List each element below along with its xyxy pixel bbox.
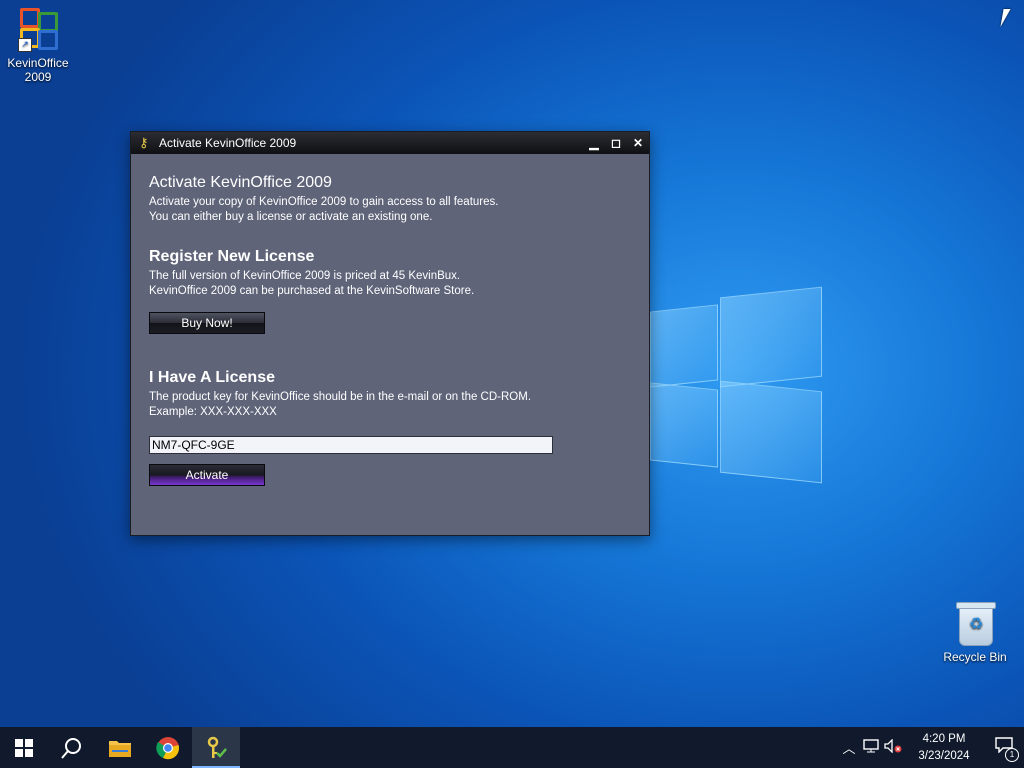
volume-muted-icon[interactable] <box>882 738 904 756</box>
activate-button[interactable]: Activate <box>149 464 265 486</box>
notification-icon: 1 <box>995 737 1019 762</box>
title-bar[interactable]: ⚷ Activate KevinOffice 2009 ▁ ◻ ✕ <box>131 132 649 154</box>
key-icon: ⚷ <box>139 135 149 150</box>
minimize-button[interactable]: ▁ <box>583 132 605 154</box>
notification-count: 1 <box>1005 748 1019 762</box>
chrome-button[interactable] <box>144 727 192 768</box>
file-explorer-icon <box>109 740 131 757</box>
license-heading: I Have A License <box>149 369 275 386</box>
maximize-button[interactable]: ◻ <box>605 132 627 154</box>
product-key-input[interactable] <box>149 436 553 454</box>
register-text: KevinOffice 2009 can be purchased at the… <box>149 285 475 297</box>
windows-logo-wallpaper <box>650 286 822 484</box>
chrome-icon <box>156 736 179 759</box>
desktop-icon-kevinoffice[interactable]: ↗ KevinOffice 2009 <box>0 6 76 84</box>
system-tray: ︿ 4:20 PM 3/23/2024 1 <box>838 727 1024 768</box>
tray-chevron-icon[interactable]: ︿ <box>838 738 860 757</box>
license-text: The product key for KevinOffice should b… <box>149 391 532 403</box>
clock-date: 3/23/2024 <box>918 749 970 762</box>
mouse-cursor <box>1000 9 1011 27</box>
desktop-icon-label: 2009 <box>24 70 52 84</box>
register-text: The full version of KevinOffice 2009 is … <box>149 270 461 282</box>
license-text: Example: XXX-XXX-XXX <box>149 406 277 418</box>
search-button[interactable] <box>48 727 96 768</box>
clock[interactable]: 4:20 PM 3/23/2024 <box>904 731 984 765</box>
office-icon: ↗ <box>14 6 62 54</box>
recycle-bin-icon: ♻ <box>951 600 999 648</box>
kevinoffice-activation-taskbar-button[interactable] <box>192 727 240 768</box>
intro-text: You can either buy a license or activate… <box>149 211 433 223</box>
activation-dialog: ⚷ Activate KevinOffice 2009 ▁ ◻ ✕ Activa… <box>130 131 650 536</box>
buy-now-button[interactable]: Buy Now! <box>149 312 265 334</box>
dialog-heading: Activate KevinOffice 2009 <box>149 174 332 191</box>
start-button[interactable] <box>0 727 48 768</box>
close-button[interactable]: ✕ <box>627 132 649 154</box>
desktop-icon-label: Recycle Bin <box>943 650 1007 664</box>
start-icon <box>15 738 33 757</box>
desktop-icon-label: KevinOffice <box>7 56 69 70</box>
desktop-icon-recycle-bin[interactable]: ♻ Recycle Bin <box>937 600 1013 664</box>
register-heading: Register New License <box>149 248 315 265</box>
key-app-icon <box>207 736 227 758</box>
window-title: Activate KevinOffice 2009 <box>159 136 297 150</box>
intro-text: Activate your copy of KevinOffice 2009 t… <box>149 196 499 208</box>
search-icon <box>61 737 81 759</box>
taskbar: ︿ 4:20 PM 3/23/2024 1 <box>0 727 1024 768</box>
file-explorer-button[interactable] <box>96 727 144 768</box>
clock-time: 4:20 PM <box>922 732 966 745</box>
network-icon[interactable] <box>860 739 882 756</box>
notification-center-button[interactable]: 1 <box>984 737 1024 762</box>
